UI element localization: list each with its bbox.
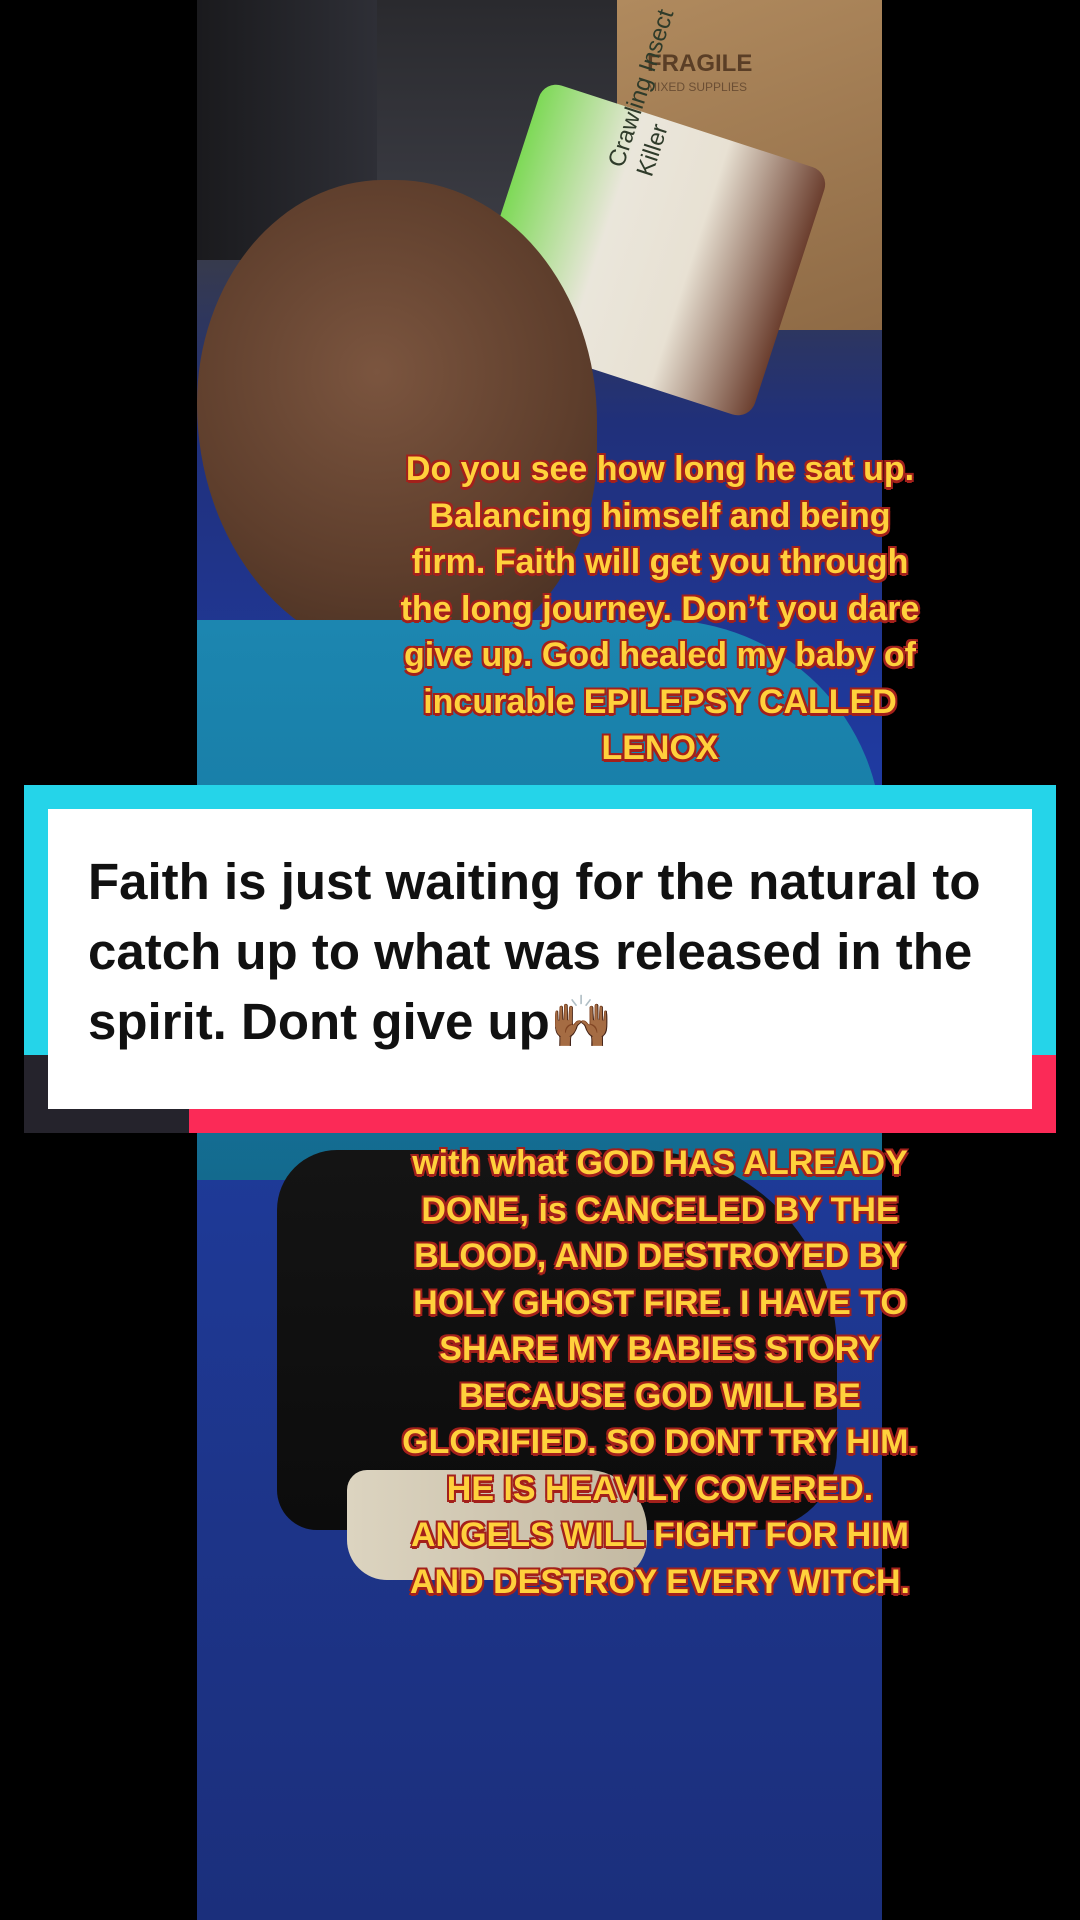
text-sticker: Faith is just waiting for the natural to… <box>24 785 1056 1133</box>
video-caption-top: Do you see how long he sat up. Balancing… <box>400 450 920 767</box>
sticker-text: Faith is just waiting for the natural to… <box>88 853 981 1050</box>
sticker-card: Faith is just waiting for the natural to… <box>48 809 1032 1109</box>
video-caption-bottom: with what GOD HAS ALREADY DONE, is CANCE… <box>402 1144 918 1601</box>
